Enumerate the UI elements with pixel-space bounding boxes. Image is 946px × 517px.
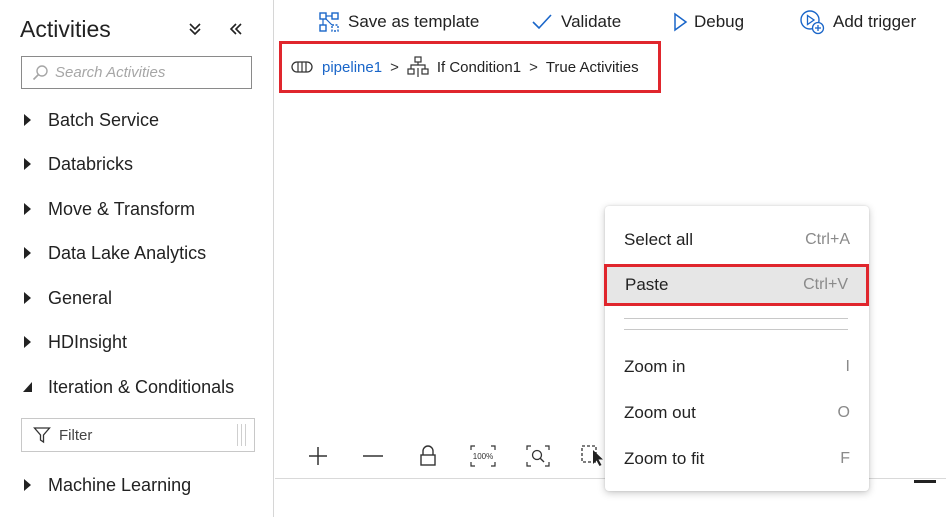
caret-right-icon — [22, 202, 36, 216]
pipeline-icon — [291, 61, 313, 73]
category-label: Move & Transform — [48, 198, 196, 219]
pipeline-editor: Activities Batch Service — [0, 0, 946, 517]
collapse-panel-icon — [229, 23, 242, 35]
category-label: General — [48, 287, 113, 308]
breadcrumb-separator: > — [390, 58, 399, 76]
caret-right-icon — [22, 335, 36, 349]
menu-item-shortcut: Ctrl+V — [803, 276, 848, 293]
search-activities-box — [21, 56, 252, 89]
menu-item-zoom-out[interactable]: Zoom out O — [605, 394, 869, 432]
category-label: Data Lake Analytics — [48, 242, 207, 263]
menu-item-zoom-in[interactable]: Zoom in I — [605, 348, 869, 386]
search-activities-input[interactable] — [55, 64, 245, 81]
caret-right-icon — [22, 246, 36, 260]
save-as-template-button[interactable]: Save as template — [318, 8, 479, 36]
play-icon — [674, 12, 688, 32]
menu-item-label: Zoom out — [624, 403, 696, 422]
zoom-fit-button[interactable] — [510, 438, 565, 474]
category-general[interactable]: General — [22, 284, 112, 312]
add-trigger-icon — [800, 10, 825, 35]
collapse-all-icon — [189, 23, 201, 36]
category-hdinsight[interactable]: HDInsight — [22, 328, 127, 356]
menu-separator — [624, 318, 848, 319]
category-machine-learning[interactable]: Machine Learning — [22, 471, 191, 499]
menu-separator — [624, 329, 848, 330]
category-batch-service[interactable]: Batch Service — [22, 106, 159, 134]
caret-down-icon — [22, 380, 36, 394]
minimize-panel-button[interactable] — [914, 480, 936, 483]
if-condition-icon — [407, 56, 429, 77]
breadcrumb-if-condition-link[interactable]: If Condition1 — [437, 59, 521, 76]
category-label: Databricks — [48, 153, 134, 174]
lock-button[interactable] — [400, 438, 455, 474]
add-trigger-label: Add trigger — [833, 12, 917, 31]
caret-right-icon — [22, 478, 36, 492]
filter-icon — [33, 427, 51, 444]
zoom-fit-icon — [525, 445, 550, 467]
canvas-controls: 100% — [290, 438, 620, 474]
validate-button[interactable]: Validate — [531, 8, 621, 36]
menu-item-shortcut: O — [837, 404, 850, 421]
category-databricks[interactable]: Databricks — [22, 150, 133, 178]
category-move-transform[interactable]: Move & Transform — [22, 195, 195, 223]
cursor-icon — [592, 450, 603, 466]
save-template-icon — [319, 12, 339, 32]
breadcrumb: pipeline1 > If Condition1 > True Activit… — [279, 41, 661, 93]
menu-item-label: Zoom in — [624, 357, 686, 376]
zoom-100-label: 100% — [472, 452, 492, 461]
menu-item-label: Select all — [624, 230, 693, 249]
search-icon — [32, 64, 48, 80]
category-label: HDInsight — [48, 331, 128, 352]
context-menu: Select all Ctrl+A Paste Ctrl+V Zoom in I… — [604, 206, 869, 491]
menu-item-label: Paste — [625, 275, 669, 294]
plus-icon — [308, 447, 327, 465]
lock-icon — [419, 445, 436, 466]
menu-item-shortcut: F — [840, 450, 850, 467]
menu-item-shortcut: Ctrl+A — [805, 231, 850, 248]
debug-button[interactable]: Debug — [672, 8, 744, 36]
add-trigger-button[interactable]: Add trigger — [799, 8, 916, 36]
category-data-lake-analytics[interactable]: Data Lake Analytics — [22, 239, 206, 267]
breadcrumb-true-activities: True Activities — [545, 58, 639, 76]
zoom-in-button[interactable] — [290, 438, 345, 474]
zoom-out-button[interactable] — [345, 438, 400, 474]
caret-right-icon — [22, 157, 36, 171]
checkmark-icon — [532, 14, 552, 30]
activities-title: Activities — [20, 16, 111, 42]
category-label: Batch Service — [48, 109, 160, 130]
zoom-100-button[interactable]: 100% — [455, 438, 510, 474]
menu-item-paste[interactable]: Paste Ctrl+V — [604, 264, 869, 306]
category-iteration-conditionals[interactable]: Iteration & Conditionals — [22, 373, 234, 401]
select-icon — [580, 445, 603, 466]
caret-right-icon — [22, 113, 36, 127]
collapse-panel-button[interactable] — [225, 18, 247, 40]
zoom-100-icon: 100% — [469, 445, 496, 467]
caret-right-icon — [22, 291, 36, 305]
category-label: Iteration & Conditionals — [48, 376, 235, 397]
breadcrumb-separator: > — [529, 58, 538, 76]
menu-item-shortcut: I — [845, 358, 850, 375]
activities-sidebar: Activities Batch Service — [0, 0, 274, 517]
menu-item-label: Zoom to fit — [624, 449, 705, 468]
save-as-template-label: Save as template — [348, 12, 480, 31]
resize-handle[interactable] — [234, 424, 248, 446]
filter-input[interactable] — [59, 426, 209, 444]
filter-box — [21, 418, 255, 452]
breadcrumb-pipeline-link[interactable]: pipeline1 — [322, 59, 382, 76]
validate-label: Validate — [561, 12, 622, 31]
menu-item-zoom-to-fit[interactable]: Zoom to fit F — [605, 440, 869, 478]
collapse-all-button[interactable] — [184, 18, 206, 40]
debug-label: Debug — [694, 12, 745, 31]
minus-icon — [362, 455, 383, 457]
category-label: Machine Learning — [48, 474, 192, 495]
menu-item-select-all[interactable]: Select all Ctrl+A — [605, 221, 869, 259]
